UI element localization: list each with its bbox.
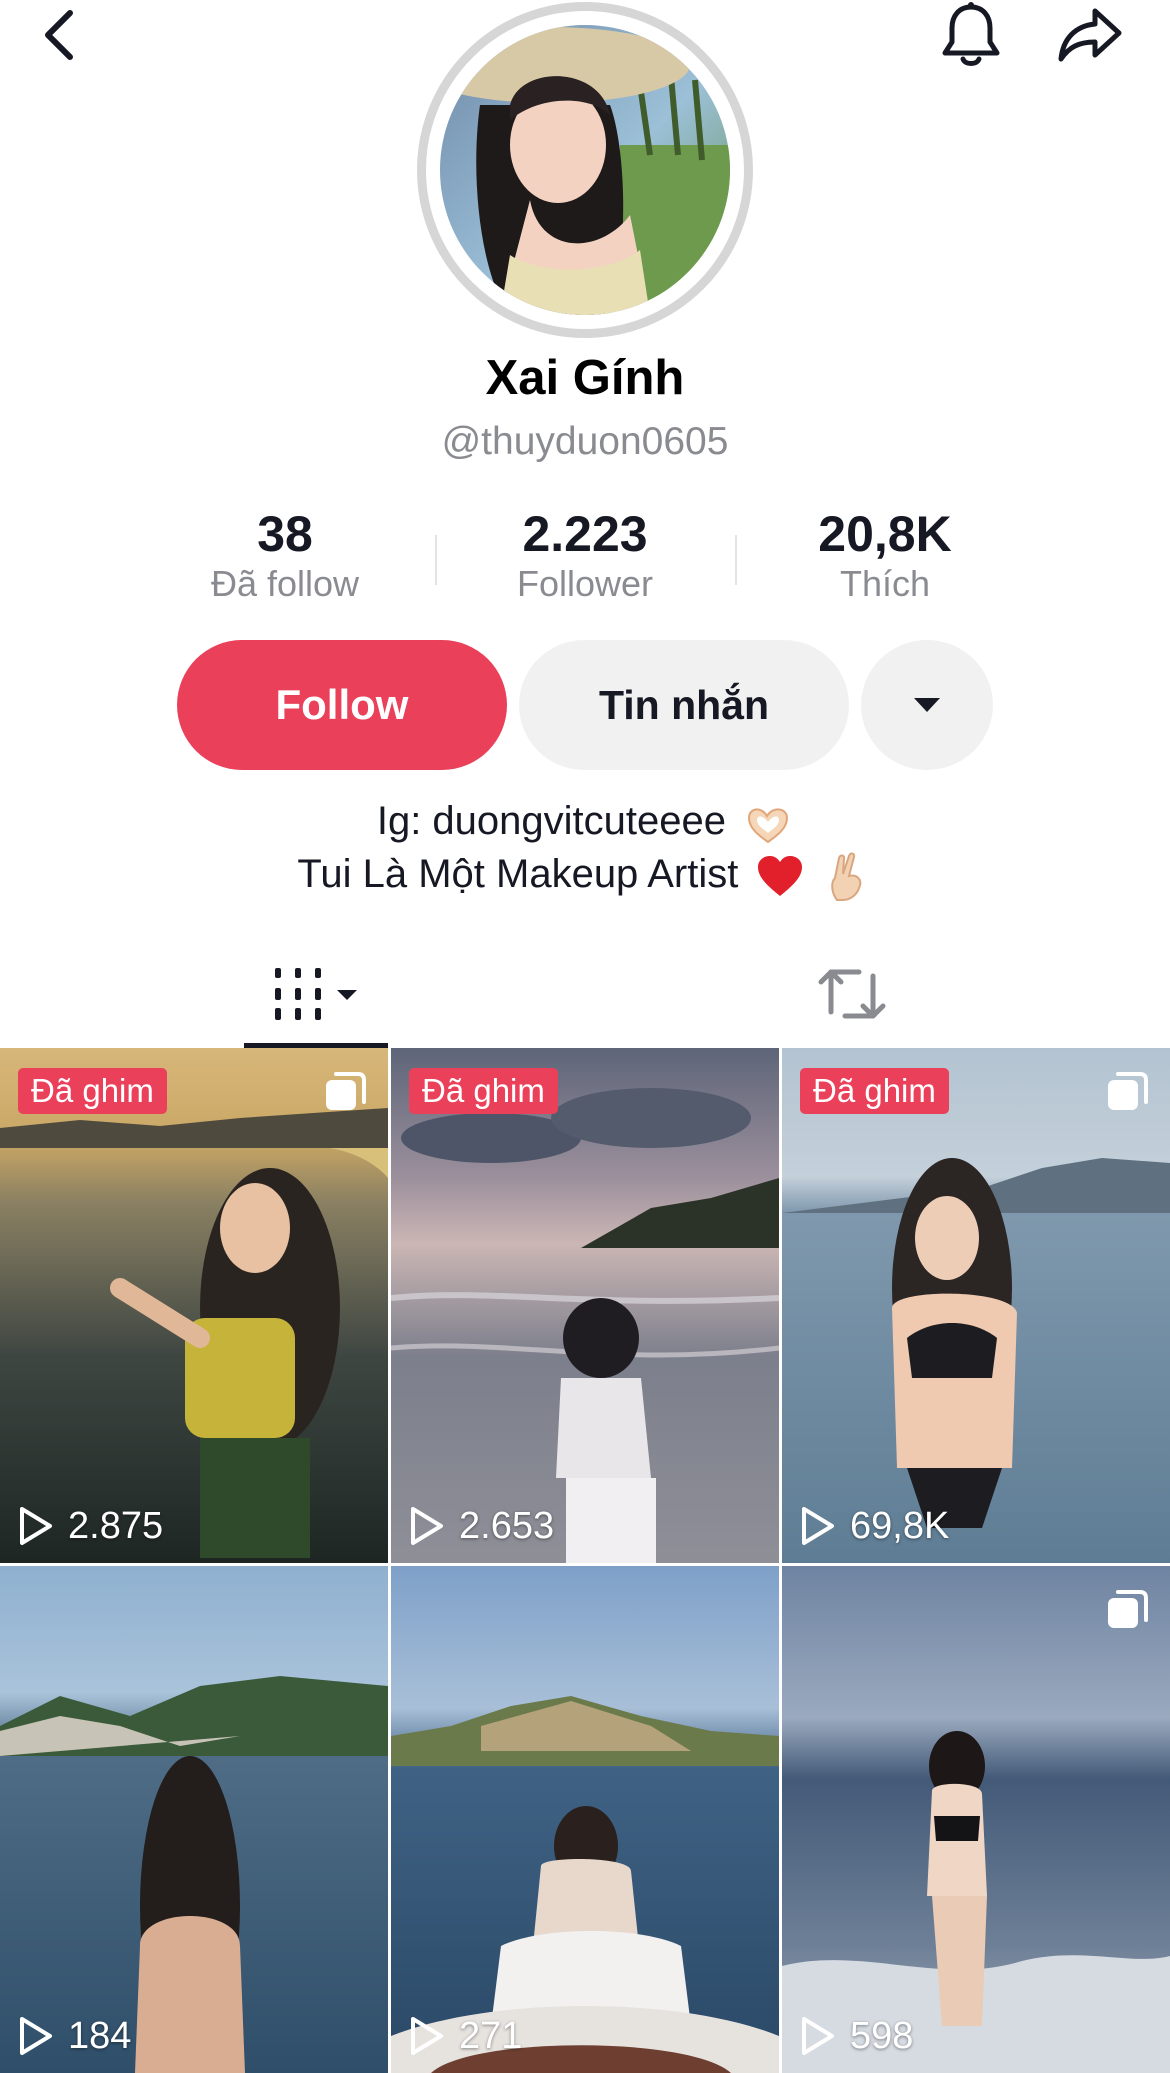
video-thumbnail	[0, 1566, 388, 2073]
pinned-badge: Đã ghim	[800, 1068, 949, 1114]
view-count: 184	[18, 2011, 131, 2061]
stat-label: Thích	[839, 563, 931, 604]
view-count-value: 598	[850, 2014, 914, 2057]
video-tile[interactable]: 271	[391, 1566, 779, 2073]
view-count: 598	[800, 2011, 913, 2061]
bio-line-2: Tui Là Một Makeup Artist	[0, 848, 1170, 901]
video-tile[interactable]: Đã ghim 2.653	[391, 1048, 779, 1563]
video-thumbnail	[391, 1048, 779, 1563]
chevron-down-icon	[337, 990, 357, 1000]
chevron-left-icon	[45, 10, 73, 60]
video-tile[interactable]: Đã ghim 2.875	[0, 1048, 388, 1563]
profile-actions: Follow Tin nhắn	[0, 640, 1170, 772]
stat-following[interactable]: 38 Đã follow	[135, 505, 435, 605]
stat-value: 2.223	[522, 506, 648, 562]
display-name: Xai Gính	[485, 351, 685, 405]
back-button[interactable]	[20, 0, 100, 70]
view-count: 69,8K	[800, 1501, 949, 1551]
red-heart-emoji	[758, 855, 803, 896]
stat-likes[interactable]: 20,8K Thích	[735, 505, 1035, 605]
play-icon	[411, 1507, 443, 1545]
play-icon	[802, 1507, 834, 1545]
bio-line-1: Ig: duongvitcuteeee	[0, 795, 1170, 848]
content-tabs	[0, 940, 1170, 1048]
multi-photo-icon	[1108, 1590, 1148, 1628]
view-count: 2.875	[18, 1501, 163, 1551]
play-icon	[20, 1507, 52, 1545]
view-count-value: 184	[68, 2014, 132, 2057]
bio-text: Ig: duongvitcuteeee	[376, 799, 727, 843]
video-thumbnail	[0, 1048, 388, 1563]
caret-down-icon	[914, 698, 940, 712]
video-thumbnail	[782, 1566, 1170, 2073]
video-tile[interactable]: Đã ghim 69,8K	[782, 1048, 1170, 1563]
stat-label: Follower	[516, 563, 654, 604]
profile-photo	[440, 25, 730, 315]
view-count-value: 271	[459, 2014, 523, 2057]
multi-photo-icon	[326, 1072, 366, 1110]
profile-bio: Ig: duongvitcuteeee Tui Là Một Makeup Ar…	[0, 795, 1170, 902]
more-options-button[interactable]	[861, 640, 993, 770]
video-tile[interactable]: 598	[782, 1566, 1170, 2073]
video-thumbnail	[391, 1566, 779, 2073]
view-count: 2.653	[409, 1501, 554, 1551]
video-thumbnail	[782, 1048, 1170, 1563]
avatar[interactable]	[440, 25, 730, 315]
bell-icon	[942, 2, 1000, 66]
heart-hands-emoji	[748, 808, 789, 844]
pinned-badge: Đã ghim	[409, 1068, 558, 1114]
profile-stats: 38 Đã follow 2.223 Follower 20,8K Thích	[135, 505, 1035, 615]
view-count-value: 2.653	[459, 1504, 555, 1547]
follow-button[interactable]: Follow	[177, 640, 507, 770]
view-count: 271	[409, 2011, 522, 2061]
share-button[interactable]	[1050, 0, 1130, 70]
tab-videos[interactable]	[244, 940, 388, 1048]
crossed-fingers-emoji	[830, 852, 861, 901]
play-icon	[20, 2017, 52, 2055]
view-count-value: 69,8K	[850, 1504, 950, 1547]
notifications-button[interactable]	[931, 0, 1011, 70]
video-tile[interactable]: 184	[0, 1566, 388, 2073]
video-grid: Đã ghim 2.875 Đã ghim 2.653 Đã ghim 69,8…	[0, 1048, 1170, 2073]
stat-value: 20,8K	[818, 506, 952, 562]
stat-label: Đã follow	[210, 563, 360, 604]
repost-icon	[818, 969, 886, 1019]
pinned-badge: Đã ghim	[18, 1068, 167, 1114]
play-icon	[802, 2017, 834, 2055]
message-button[interactable]: Tin nhắn	[519, 640, 849, 770]
stat-followers[interactable]: 2.223 Follower	[435, 505, 735, 605]
tab-reposts[interactable]	[780, 940, 924, 1048]
username-handle: @thuyduon0605	[441, 420, 729, 463]
view-count-value: 2.875	[68, 1504, 164, 1547]
bio-text: Tui Là Một Makeup Artist	[297, 852, 739, 897]
play-icon	[411, 2017, 443, 2055]
grid-lines-icon	[275, 968, 357, 1020]
multi-photo-icon	[1108, 1072, 1148, 1110]
share-arrow-icon	[1058, 8, 1122, 62]
stat-value: 38	[257, 506, 313, 562]
